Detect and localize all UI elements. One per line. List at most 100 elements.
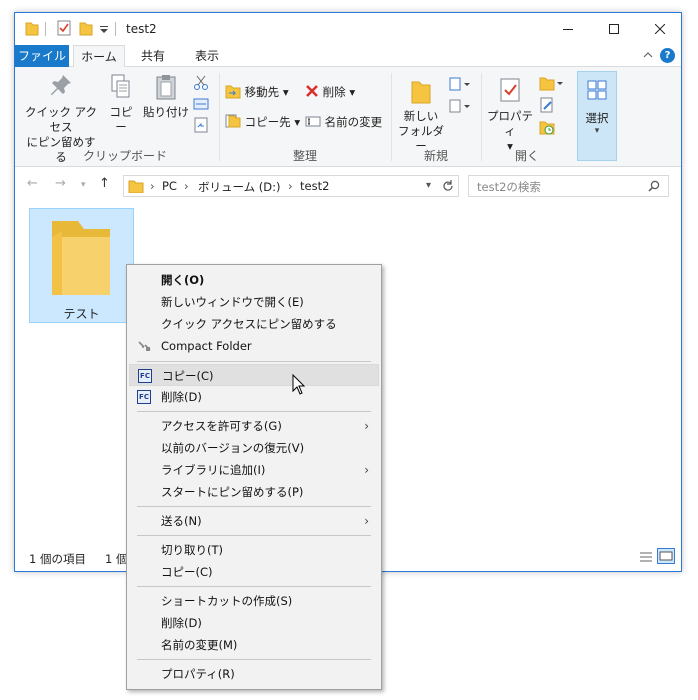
- submenu-arrow-icon: ›: [364, 514, 369, 528]
- new-group-label: 新規: [423, 149, 448, 163]
- select-button[interactable]: 選択 ▾: [577, 71, 617, 161]
- menu-item-fc-delete[interactable]: FC 削除(D): [129, 386, 379, 408]
- menu-item-delete[interactable]: 削除(D): [129, 612, 379, 634]
- minimize-button[interactable]: [545, 13, 591, 44]
- chevron-down-icon: ▾: [294, 115, 301, 129]
- forward-arrow-icon[interactable]: →: [55, 176, 66, 191]
- close-button[interactable]: [637, 13, 683, 44]
- copy-to-button[interactable]: コピー先 ▾: [225, 113, 300, 131]
- menu-item-cut[interactable]: 切り取り(T): [129, 539, 379, 561]
- group-divider: [219, 73, 220, 161]
- fastcopy-icon: FC: [137, 390, 151, 404]
- history-icon[interactable]: [539, 119, 555, 135]
- rename-button[interactable]: 名前の変更: [305, 113, 382, 131]
- delete-x-icon: [306, 85, 318, 97]
- maximize-icon: [609, 23, 619, 34]
- menu-item-pin-quick-access[interactable]: クイック アクセスにピン留めする: [129, 313, 379, 335]
- refresh-icon[interactable]: [442, 180, 454, 192]
- paste-shortcut-icon[interactable]: [193, 117, 209, 133]
- menu-item-rename[interactable]: 名前の変更(M): [129, 634, 379, 656]
- copy-button[interactable]: コピー: [105, 73, 137, 135]
- up-arrow-icon[interactable]: ↑: [99, 176, 110, 191]
- menu-item-copy[interactable]: コピー(C): [129, 561, 379, 583]
- menu-item-label: 削除(D): [161, 390, 202, 404]
- cut-icon[interactable]: [193, 75, 209, 91]
- tab-file[interactable]: ファイル: [15, 45, 69, 67]
- delete-button[interactable]: 削除 ▾: [305, 83, 355, 101]
- rename-icon: [305, 116, 321, 127]
- folder-item[interactable]: テスト: [29, 208, 134, 323]
- collapse-ribbon-chevron-icon[interactable]: [643, 51, 653, 59]
- properties-label: プロパティ: [487, 109, 533, 138]
- pin-quick-access-label-1: クイック アクセス: [24, 105, 98, 134]
- menu-item-pin-to-start[interactable]: スタートにピン留めする(P): [129, 481, 379, 503]
- customize-toolbar-chevron-icon[interactable]: [99, 20, 109, 36]
- copy-to-label: コピー先: [244, 115, 291, 129]
- large-icons-view-icon[interactable]: [657, 548, 675, 564]
- help-button[interactable]: ?: [660, 48, 675, 63]
- submenu-arrow-icon: ›: [364, 419, 369, 433]
- menu-item-restore-previous-versions[interactable]: 以前のバージョンの復元(V): [129, 437, 379, 459]
- menu-item-include-in-library[interactable]: ライブラリに追加(I) ›: [129, 459, 379, 481]
- toolbar-divider: [115, 22, 116, 36]
- menu-separator: [137, 659, 371, 660]
- menu-separator: [137, 361, 371, 362]
- menu-item-create-shortcut[interactable]: ショートカットの作成(S): [129, 590, 379, 612]
- search-input[interactable]: test2の検索: [468, 175, 669, 197]
- recent-locations-chevron-icon[interactable]: ▾: [81, 180, 86, 190]
- menu-item-send-to[interactable]: 送る(N) ›: [129, 510, 379, 532]
- details-view-icon[interactable]: [638, 550, 654, 564]
- group-divider: [481, 73, 482, 161]
- move-to-button[interactable]: 移動先 ▾: [225, 83, 289, 101]
- breadcrumb-separator-icon: ›: [184, 179, 189, 193]
- copy-to-icon: [225, 114, 241, 128]
- navigation-bar: ← → ▾ ↑ › PC › ボリューム (D:) › test2 ▾ test…: [15, 170, 681, 200]
- properties-icon[interactable]: [57, 20, 71, 36]
- folder-icon: [128, 180, 144, 193]
- menu-item-open-new-window[interactable]: 新しいウィンドウで開く(E): [129, 291, 379, 313]
- open-icon[interactable]: [539, 75, 565, 91]
- breadcrumb-volume[interactable]: ボリューム (D:): [198, 179, 281, 195]
- maximize-button[interactable]: [591, 13, 637, 44]
- menu-item-compact-folder[interactable]: Compact Folder: [129, 335, 379, 357]
- compact-folder-icon: [138, 341, 151, 351]
- title-bar: test2: [15, 13, 681, 45]
- properties-button[interactable]: プロパティ ▾: [485, 77, 535, 154]
- copy-label: コピー: [109, 105, 133, 134]
- back-arrow-icon[interactable]: ←: [27, 176, 38, 191]
- new-folder-button[interactable]: 新しい フォルダー: [395, 77, 447, 154]
- edit-icon[interactable]: [539, 97, 555, 113]
- status-item-count: 1 個の項目: [29, 552, 86, 566]
- menu-separator: [137, 506, 371, 507]
- chevron-down-icon: ▾: [594, 126, 600, 136]
- breadcrumb-test2[interactable]: test2: [300, 179, 329, 193]
- address-history-chevron-icon[interactable]: ▾: [426, 180, 431, 191]
- ribbon-tab-bar: ファイル ホーム 共有 表示 ?: [15, 45, 681, 68]
- group-divider: [391, 73, 392, 161]
- toolbar-divider: [45, 22, 46, 36]
- address-bar[interactable]: › PC › ボリューム (D:) › test2 ▾: [123, 175, 459, 197]
- new-folder-icon: [411, 81, 431, 104]
- move-to-label: 移動先: [244, 85, 280, 99]
- menu-item-properties[interactable]: プロパティ(R): [129, 663, 379, 685]
- paste-button[interactable]: 貼り付け: [143, 73, 189, 120]
- properties-check-icon: [500, 78, 520, 102]
- open-group-label: 開く: [514, 149, 539, 163]
- menu-separator: [137, 586, 371, 587]
- new-folder-icon[interactable]: [79, 20, 93, 36]
- rename-label: 名前の変更: [324, 115, 383, 129]
- tab-view[interactable]: 表示: [187, 45, 227, 67]
- tab-home[interactable]: ホーム: [73, 45, 125, 68]
- folder-icon: [52, 221, 110, 295]
- easy-access-icon[interactable]: [449, 99, 471, 113]
- context-menu: 開く(O) 新しいウィンドウで開く(E) クイック アクセスにピン留めする Co…: [126, 264, 382, 690]
- menu-item-fc-copy[interactable]: FC コピー(C): [129, 364, 379, 386]
- copy-path-icon[interactable]: [193, 97, 209, 111]
- breadcrumb-pc[interactable]: PC: [162, 179, 177, 193]
- minimize-icon: [563, 28, 573, 30]
- menu-item-give-access[interactable]: アクセスを許可する(G) ›: [129, 415, 379, 437]
- menu-item-open[interactable]: 開く(O): [129, 269, 379, 291]
- tab-share[interactable]: 共有: [133, 45, 173, 67]
- new-item-icon[interactable]: [449, 77, 471, 91]
- search-placeholder: test2の検索: [477, 180, 541, 194]
